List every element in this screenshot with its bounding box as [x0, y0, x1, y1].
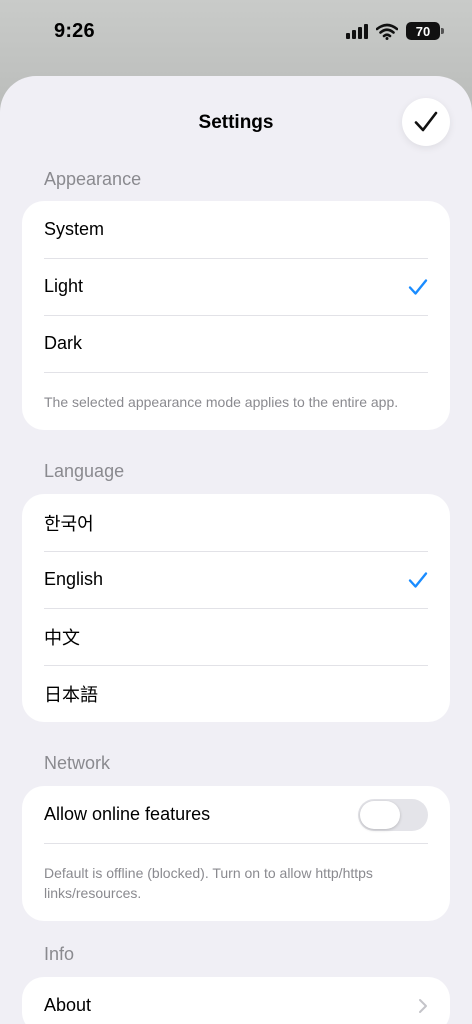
about-label: About	[44, 995, 92, 1015]
info-card: About	[22, 977, 450, 1024]
battery-icon: 70	[406, 22, 444, 40]
appearance-footnote: The selected appearance mode applies to …	[22, 372, 450, 430]
allow-online-features-label: Allow online features	[44, 804, 211, 824]
network-footnote: Default is offline (blocked). Turn on to…	[22, 843, 450, 921]
status-bar: 9:26 70	[0, 0, 472, 64]
status-time: 9:26	[54, 20, 95, 42]
appearance-option-label: Light	[44, 276, 84, 296]
chevron-right-icon	[419, 998, 427, 1013]
allow-online-features-toggle[interactable]	[358, 798, 428, 831]
appearance-card: System Light Dark The selected appearanc…	[22, 201, 450, 430]
language-option-label: English	[44, 569, 104, 589]
language-option-label: 中文	[44, 627, 80, 648]
about-row[interactable]: About	[22, 977, 450, 1024]
allow-online-features-row: Allow online features	[22, 786, 450, 843]
appearance-option-system[interactable]: System	[22, 201, 450, 258]
language-option-chinese[interactable]: 中文	[22, 608, 450, 665]
appearance-option-label: System	[44, 219, 105, 239]
language-option-label: 한국어	[44, 513, 94, 534]
status-icons: 70	[346, 22, 444, 40]
appearance-section-header: Appearance	[44, 169, 142, 189]
network-section-header: Network	[44, 753, 111, 773]
cellular-signal-icon	[346, 23, 368, 39]
checkmark-icon	[414, 111, 438, 132]
battery-level: 70	[415, 23, 431, 39]
appearance-option-label: Dark	[44, 333, 83, 353]
network-card: Allow online features Default is offline…	[22, 786, 450, 921]
language-option-japanese[interactable]: 日本語	[22, 665, 450, 722]
wifi-icon	[376, 23, 398, 40]
info-section-header: Info	[44, 944, 75, 964]
language-option-korean[interactable]: 한국어	[22, 494, 450, 551]
appearance-option-light[interactable]: Light	[22, 258, 450, 315]
language-section-header: Language	[44, 461, 125, 481]
language-option-label: 日本語	[44, 684, 98, 705]
settings-sheet: Settings Appearance System Light Dark Th…	[0, 76, 472, 1024]
language-option-english[interactable]: English	[22, 551, 450, 608]
done-button[interactable]	[402, 98, 450, 146]
appearance-option-dark[interactable]: Dark	[22, 315, 450, 372]
selected-checkmark-icon	[408, 278, 428, 295]
selected-checkmark-icon	[408, 571, 428, 588]
language-card: 한국어 English 中文 日本語	[22, 494, 450, 722]
toggle-knob	[360, 800, 400, 829]
